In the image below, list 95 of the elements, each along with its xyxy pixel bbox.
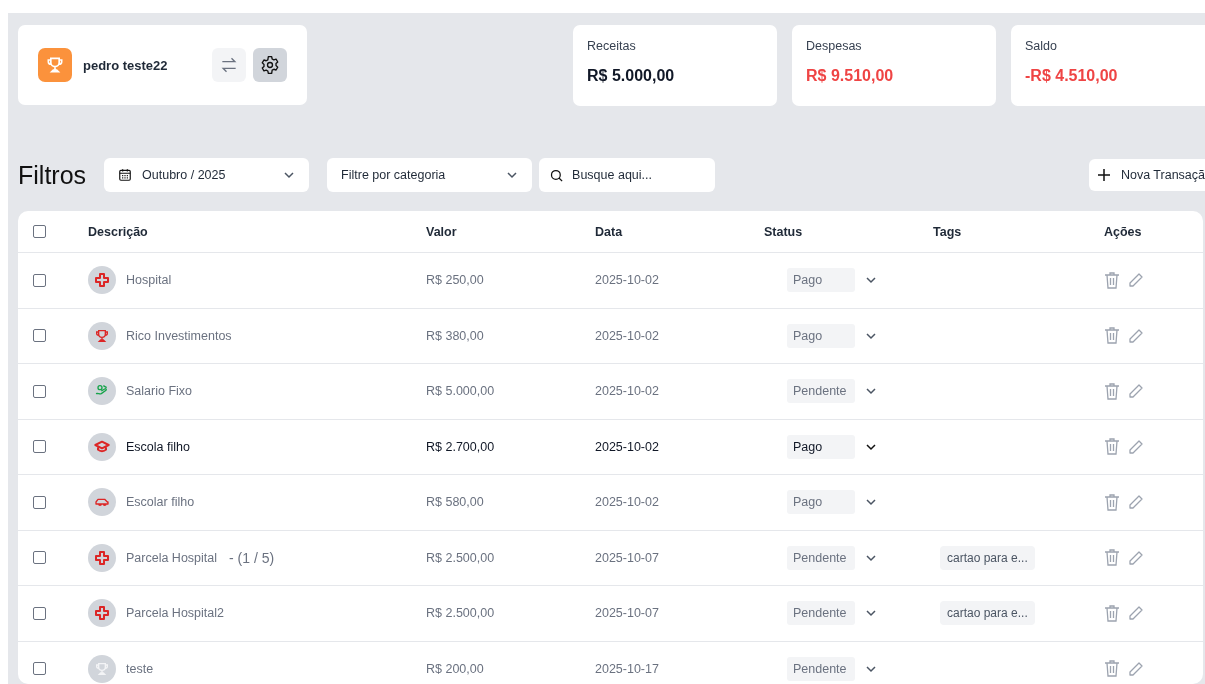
checkbox[interactable] [33, 495, 46, 509]
filters-title: Filtros [18, 160, 87, 190]
status-pill[interactable]: Pendente [787, 545, 855, 570]
checkbox[interactable] [33, 273, 46, 287]
cross-icon [88, 543, 116, 572]
car-icon [88, 488, 116, 517]
value-cell-text: R$ 580,00 [426, 495, 485, 510]
money-icon [88, 377, 116, 406]
gear-icon [260, 55, 280, 75]
chevron-icon[interactable] [506, 169, 519, 181]
column-header: Valor [426, 224, 458, 239]
pencil-icon[interactable] [1128, 327, 1144, 344]
checkbox[interactable] [33, 662, 46, 676]
checkbox[interactable] [33, 384, 46, 398]
settings-button[interactable] [253, 48, 287, 82]
column-header: Status [764, 224, 804, 239]
pencil-icon[interactable] [1128, 494, 1144, 511]
tag-chip: cartao para e... [940, 601, 1035, 626]
value-cell-text: R$ 2.500,00 [426, 606, 496, 621]
column-header: Descrição [88, 224, 149, 239]
pencil-icon[interactable] [1128, 605, 1144, 622]
summary-label: Saldo [1025, 39, 1058, 53]
swap-button[interactable] [212, 48, 246, 82]
plus-icon [1096, 168, 1111, 182]
checkbox[interactable] [33, 551, 46, 565]
value-cell-text: R$ 250,00 [426, 273, 485, 288]
tag-chip: cartao para e... [940, 545, 1035, 570]
trophy-icon [38, 48, 72, 82]
installment-label: - (1 / 5) [229, 549, 275, 566]
swap-icon [219, 55, 239, 75]
trash-icon[interactable] [1104, 438, 1120, 456]
value-cell-text: R$ 2.700,00 [426, 439, 496, 454]
value-cell-text: R$ 2.500,00 [426, 550, 496, 565]
date-cell-text: 2025-10-02 [595, 439, 660, 454]
pencil-icon[interactable] [1128, 272, 1144, 289]
calendar-icon [118, 168, 133, 182]
trash-icon[interactable] [1104, 382, 1120, 400]
new-transaction-button[interactable]: Nova Transaçã [1088, 159, 1205, 191]
description-cell: Parcela Hospital [126, 550, 217, 565]
checkbox[interactable] [33, 440, 46, 454]
trash-icon[interactable] [1104, 660, 1120, 678]
category-select[interactable]: Filtre por categoria [327, 158, 533, 192]
column-header: Data [595, 224, 624, 239]
date-cell-text: 2025-10-07 [595, 606, 660, 621]
description-cell: Escola filho [126, 439, 190, 454]
summary-label: Receitas [587, 39, 637, 53]
description-cell: Parcela Hospital2 [126, 606, 224, 621]
description-cell: Salario Fixo [126, 384, 192, 399]
description-cell: Escolar filho [126, 495, 195, 510]
date-cell-text: 2025-10-02 [595, 384, 660, 399]
value-cell-text: R$ 5.000,00 [426, 384, 496, 399]
trash-icon[interactable] [1104, 271, 1120, 289]
value-cell-text: R$ 380,00 [426, 328, 485, 343]
status-pill[interactable]: Pago [787, 434, 855, 459]
status-pill[interactable]: Pendente [787, 601, 855, 626]
checkbox[interactable] [33, 329, 46, 343]
checkbox[interactable] [33, 606, 46, 620]
date-cell-text: 2025-10-02 [595, 273, 660, 288]
cap-icon [88, 432, 116, 461]
cross-icon [88, 599, 116, 628]
date-cell-text: 2025-10-02 [595, 495, 660, 510]
trash-icon[interactable] [1104, 493, 1120, 511]
status-pill[interactable]: Pago [787, 268, 855, 293]
status-pill[interactable]: Pendente [787, 656, 855, 681]
summary-value: R$ 5.000,00 [587, 67, 676, 85]
trophy-icon [88, 321, 116, 350]
summary-value: -R$ 4.510,00 [1025, 67, 1119, 85]
trash-icon[interactable] [1104, 604, 1120, 622]
search-field[interactable]: Busque aqui... [539, 158, 716, 192]
date-cell-text: 2025-10-07 [595, 550, 660, 565]
value-cell-text: R$ 200,00 [426, 661, 485, 676]
trash-icon[interactable] [1104, 327, 1120, 345]
cross-icon [88, 266, 116, 295]
search-icon [549, 168, 565, 183]
description-cell: teste [126, 661, 154, 676]
column-header: Ações [1104, 224, 1143, 239]
description-cell: Hospital [126, 273, 172, 288]
pencil-icon[interactable] [1128, 549, 1144, 566]
column-header: Tags [933, 224, 963, 239]
date-cell-text: 2025-10-17 [595, 661, 660, 676]
status-pill[interactable]: Pendente [787, 379, 855, 404]
month-select[interactable]: Outubro / 2025 [104, 158, 310, 192]
summary-label: Despesas [806, 39, 863, 53]
trash-icon[interactable] [1104, 549, 1120, 567]
date-cell-text: 2025-10-02 [595, 328, 660, 343]
status-pill[interactable]: Pago [787, 323, 855, 348]
checkbox[interactable] [33, 225, 46, 238]
status-pill[interactable]: Pago [787, 490, 855, 515]
summary-value: R$ 9.510,00 [806, 67, 895, 85]
account-name: pedro teste22 [83, 57, 169, 73]
pencil-icon[interactable] [1128, 660, 1144, 677]
pencil-icon[interactable] [1128, 383, 1144, 400]
description-cell: Rico Investimentos [126, 328, 232, 343]
pencil-icon[interactable] [1128, 438, 1144, 455]
chevron-icon[interactable] [283, 169, 296, 181]
